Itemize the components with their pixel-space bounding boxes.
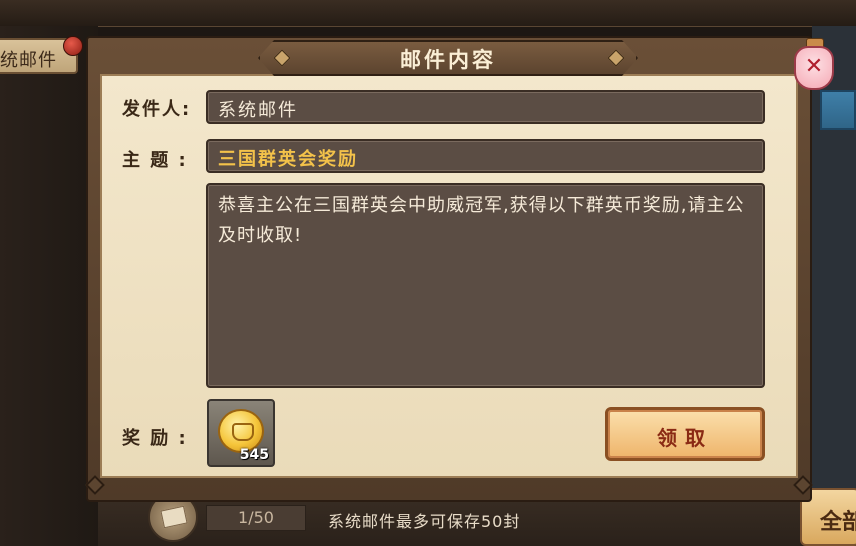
reward-item-slot[interactable]: 545	[207, 399, 275, 467]
reward-quantity: 545	[239, 447, 269, 463]
reward-label: 奖 励 :	[122, 428, 188, 449]
mail-body-text: 恭喜主公在三国群英会中助威冠军,获得以下群英币奖励,请主公及时收取!	[218, 195, 745, 246]
sender-label: 发件人:	[122, 99, 192, 120]
subject-field: 三国群英会奖励	[206, 139, 765, 173]
right-side-tab[interactable]	[820, 90, 856, 130]
claim-all-button-label: 全部	[820, 510, 856, 535]
top-strip	[0, 0, 856, 27]
mail-category-tab-label: 统邮件	[0, 50, 57, 71]
coin-face-icon	[232, 423, 254, 441]
mail-body-field: 恭喜主公在三国群英会中助威冠军,获得以下群英币奖励,请主公及时收取!	[206, 183, 765, 388]
notification-dot	[63, 36, 83, 56]
mail-count: 1/50	[238, 508, 274, 527]
subject-value: 三国群英会奖励	[218, 149, 358, 170]
mail-limit-note: 系统邮件最多可保存50封	[328, 512, 521, 531]
dialog-title: 邮件内容	[400, 48, 496, 72]
subject-label: 主 题 :	[122, 150, 188, 171]
close-x-icon: ✕	[804, 54, 824, 79]
claim-button[interactable]: 领取	[605, 407, 765, 461]
left-panel	[0, 26, 98, 546]
mail-count-box: 1/50	[206, 505, 306, 531]
claim-button-label: 领取	[657, 426, 713, 450]
sender-value: 系统邮件	[218, 100, 298, 121]
close-button[interactable]: ✕	[794, 46, 834, 90]
sender-field: 系统邮件	[206, 90, 765, 124]
